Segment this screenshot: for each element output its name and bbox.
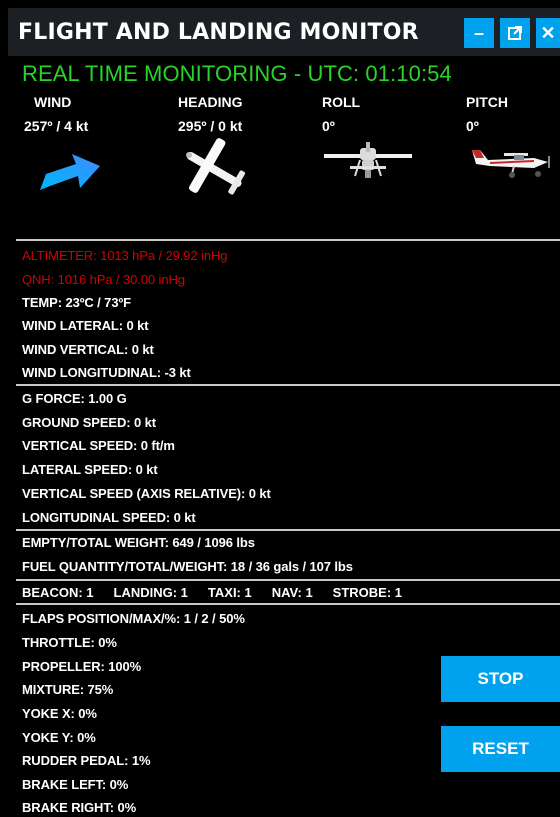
wind-vertical-readout: WIND VERTICAL: 0 kt bbox=[22, 342, 154, 357]
stop-button[interactable]: STOP bbox=[441, 656, 560, 702]
brake-right-readout: BRAKE RIGHT: 0% bbox=[22, 800, 137, 815]
wind-arrow-icon bbox=[40, 154, 100, 190]
indicator-label: WIND bbox=[34, 94, 72, 110]
section-divider bbox=[16, 239, 560, 241]
vertical-speed-axis-readout: VERTICAL SPEED (AXIS RELATIVE): 0 kt bbox=[22, 486, 271, 501]
propeller-readout: PROPELLER: 100% bbox=[22, 659, 142, 674]
minimize-icon: – bbox=[473, 22, 484, 43]
monitor-window: FLIGHT AND LANDING MONITOR – ✕ REAL TIME… bbox=[0, 0, 560, 817]
altimeter-readout: ALTIMETER: 1013 hPa / 29.92 inHg bbox=[22, 248, 228, 263]
flight-indicators: WIND 257º / 4 kt HEADING 295º / 0 kt ROL… bbox=[0, 94, 560, 214]
yoke-x-readout: YOKE X: 0% bbox=[22, 706, 97, 721]
mixture-readout: MIXTURE: 75% bbox=[22, 682, 114, 697]
lateral-speed-readout: LATERAL SPEED: 0 kt bbox=[22, 462, 158, 477]
section-divider bbox=[16, 579, 560, 581]
throttle-readout: THROTTLE: 0% bbox=[22, 635, 117, 650]
window-controls: – ✕ bbox=[464, 18, 560, 48]
rudder-pedal-readout: RUDDER PEDAL: 1% bbox=[22, 753, 151, 768]
section-divider bbox=[16, 603, 560, 605]
indicator-label: HEADING bbox=[178, 94, 243, 110]
yoke-y-readout: YOKE Y: 0% bbox=[22, 730, 96, 745]
strobe-light-status: STROBE: 1 bbox=[332, 585, 403, 600]
indicator-value: 295º / 0 kt bbox=[178, 118, 243, 134]
plane-side-view-icon bbox=[472, 150, 550, 178]
beacon-light-status: BEACON: 1 bbox=[22, 585, 94, 600]
indicator-pitch: PITCH 0º bbox=[466, 94, 560, 178]
minimize-button[interactable]: – bbox=[464, 18, 494, 48]
ground-speed-readout: GROUND SPEED: 0 kt bbox=[22, 415, 157, 430]
indicator-value: 0º bbox=[322, 118, 335, 134]
window-title: FLIGHT AND LANDING MONITOR bbox=[18, 19, 419, 45]
wind-lateral-readout: WIND LATERAL: 0 kt bbox=[22, 318, 149, 333]
indicator-wind: WIND 257º / 4 kt bbox=[24, 94, 174, 190]
indicator-heading: HEADING 295º / 0 kt bbox=[178, 94, 318, 195]
weight-readout: EMPTY/TOTAL WEIGHT: 649 / 1096 lbs bbox=[22, 535, 255, 550]
landing-light-status: LANDING: 1 bbox=[113, 585, 188, 600]
flaps-readout: FLAPS POSITION/MAX/%: 1 / 2 / 50% bbox=[22, 611, 245, 626]
temperature-readout: TEMP: 23ºC / 73ºF bbox=[22, 295, 131, 310]
indicator-value: 0º bbox=[466, 118, 479, 134]
plane-front-view-icon bbox=[324, 142, 412, 178]
indicator-value: 257º / 4 kt bbox=[24, 118, 89, 134]
indicator-label: ROLL bbox=[322, 94, 361, 110]
taxi-light-status: TAXI: 1 bbox=[207, 585, 252, 600]
longitudinal-speed-readout: LONGITUDINAL SPEED: 0 kt bbox=[22, 510, 196, 525]
indicator-label: PITCH bbox=[466, 94, 508, 110]
lights-status-row: BEACON: 1 LANDING: 1 TAXI: 1 NAV: 1 STRO… bbox=[22, 585, 422, 600]
indicator-roll: ROLL 0º bbox=[322, 94, 462, 178]
section-divider bbox=[16, 529, 560, 531]
wind-longitudinal-readout: WIND LONGITUDINAL: -3 kt bbox=[22, 365, 191, 380]
fuel-readout: FUEL QUANTITY/TOTAL/WEIGHT: 18 / 36 gals… bbox=[22, 559, 353, 574]
title-bar[interactable]: FLIGHT AND LANDING MONITOR – ✕ bbox=[8, 8, 560, 56]
nav-light-status: NAV: 1 bbox=[271, 585, 313, 600]
reset-button[interactable]: RESET bbox=[441, 726, 560, 772]
plane-top-view-icon bbox=[186, 138, 246, 195]
qnh-readout: QNH: 1016 hPa / 30.00 inHg bbox=[22, 272, 185, 287]
popout-icon bbox=[508, 26, 522, 40]
popout-button[interactable] bbox=[500, 18, 530, 48]
close-icon: ✕ bbox=[540, 22, 556, 43]
vertical-speed-readout: VERTICAL SPEED: 0 ft/m bbox=[22, 438, 175, 453]
brake-left-readout: BRAKE LEFT: 0% bbox=[22, 777, 129, 792]
section-divider bbox=[16, 384, 560, 386]
realtime-utc-status: REAL TIME MONITORING - UTC: 01:10:54 bbox=[22, 61, 452, 86]
close-button[interactable]: ✕ bbox=[536, 18, 560, 48]
g-force-readout: G FORCE: 1.00 G bbox=[22, 391, 127, 406]
